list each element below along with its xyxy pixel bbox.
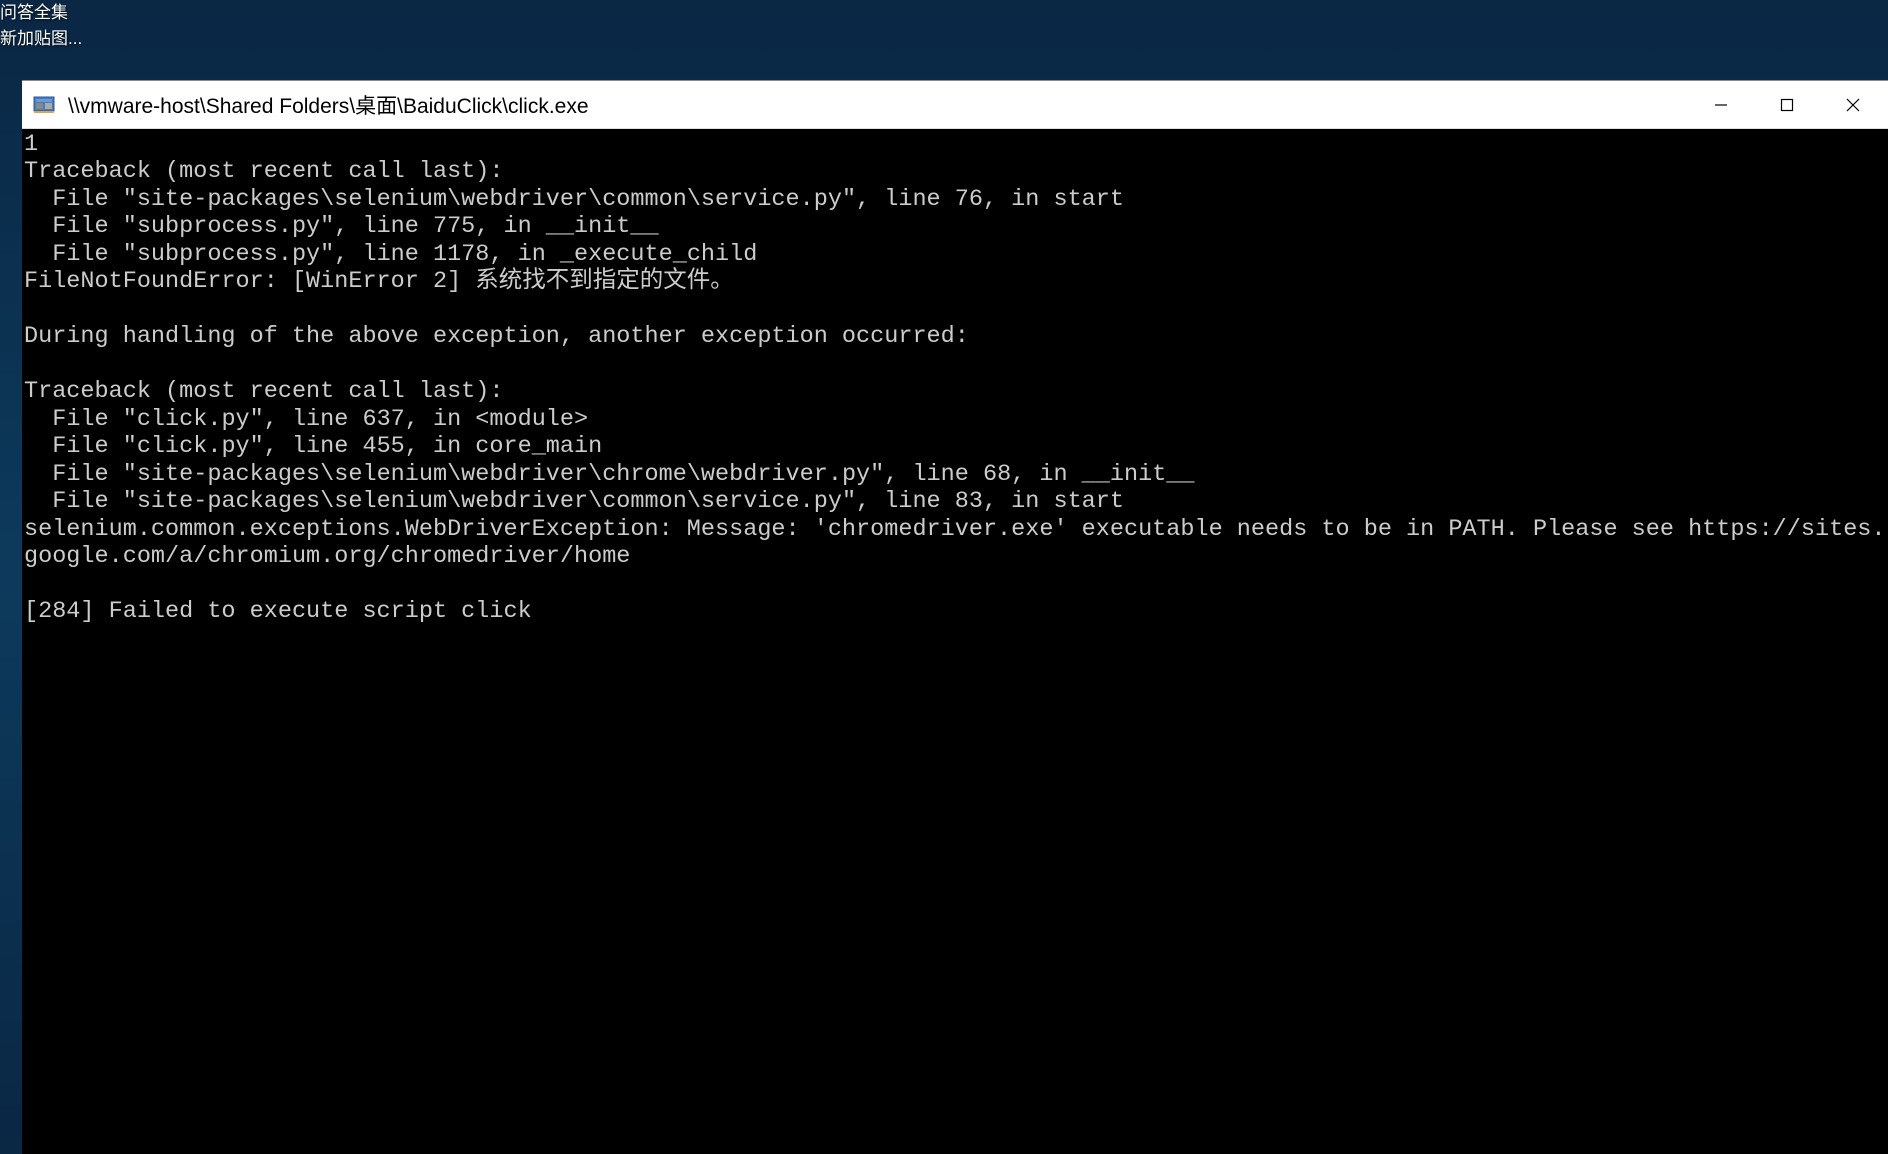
close-button[interactable] [1820,81,1886,128]
desktop-icon-label[interactable]: 新加贴图... [0,26,100,52]
close-icon [1846,98,1860,112]
console-window: \\vmware-host\Shared Folders\桌面\BaiduCli… [22,80,1888,1154]
desktop-icon-label[interactable]: 问答全集 [0,0,100,26]
window-titlebar[interactable]: \\vmware-host\Shared Folders\桌面\BaiduCli… [22,81,1888,129]
console-output[interactable]: 1 Traceback (most recent call last): Fil… [22,129,1888,1154]
minimize-button[interactable] [1688,81,1754,128]
maximize-icon [1780,98,1794,112]
desktop-icons-area: 问答全集 新加贴图... [0,0,100,52]
window-title: \\vmware-host\Shared Folders\桌面\BaiduCli… [68,90,1688,120]
maximize-button[interactable] [1754,81,1820,128]
app-icon [32,93,56,117]
minimize-icon [1714,98,1728,112]
window-controls [1688,81,1886,128]
